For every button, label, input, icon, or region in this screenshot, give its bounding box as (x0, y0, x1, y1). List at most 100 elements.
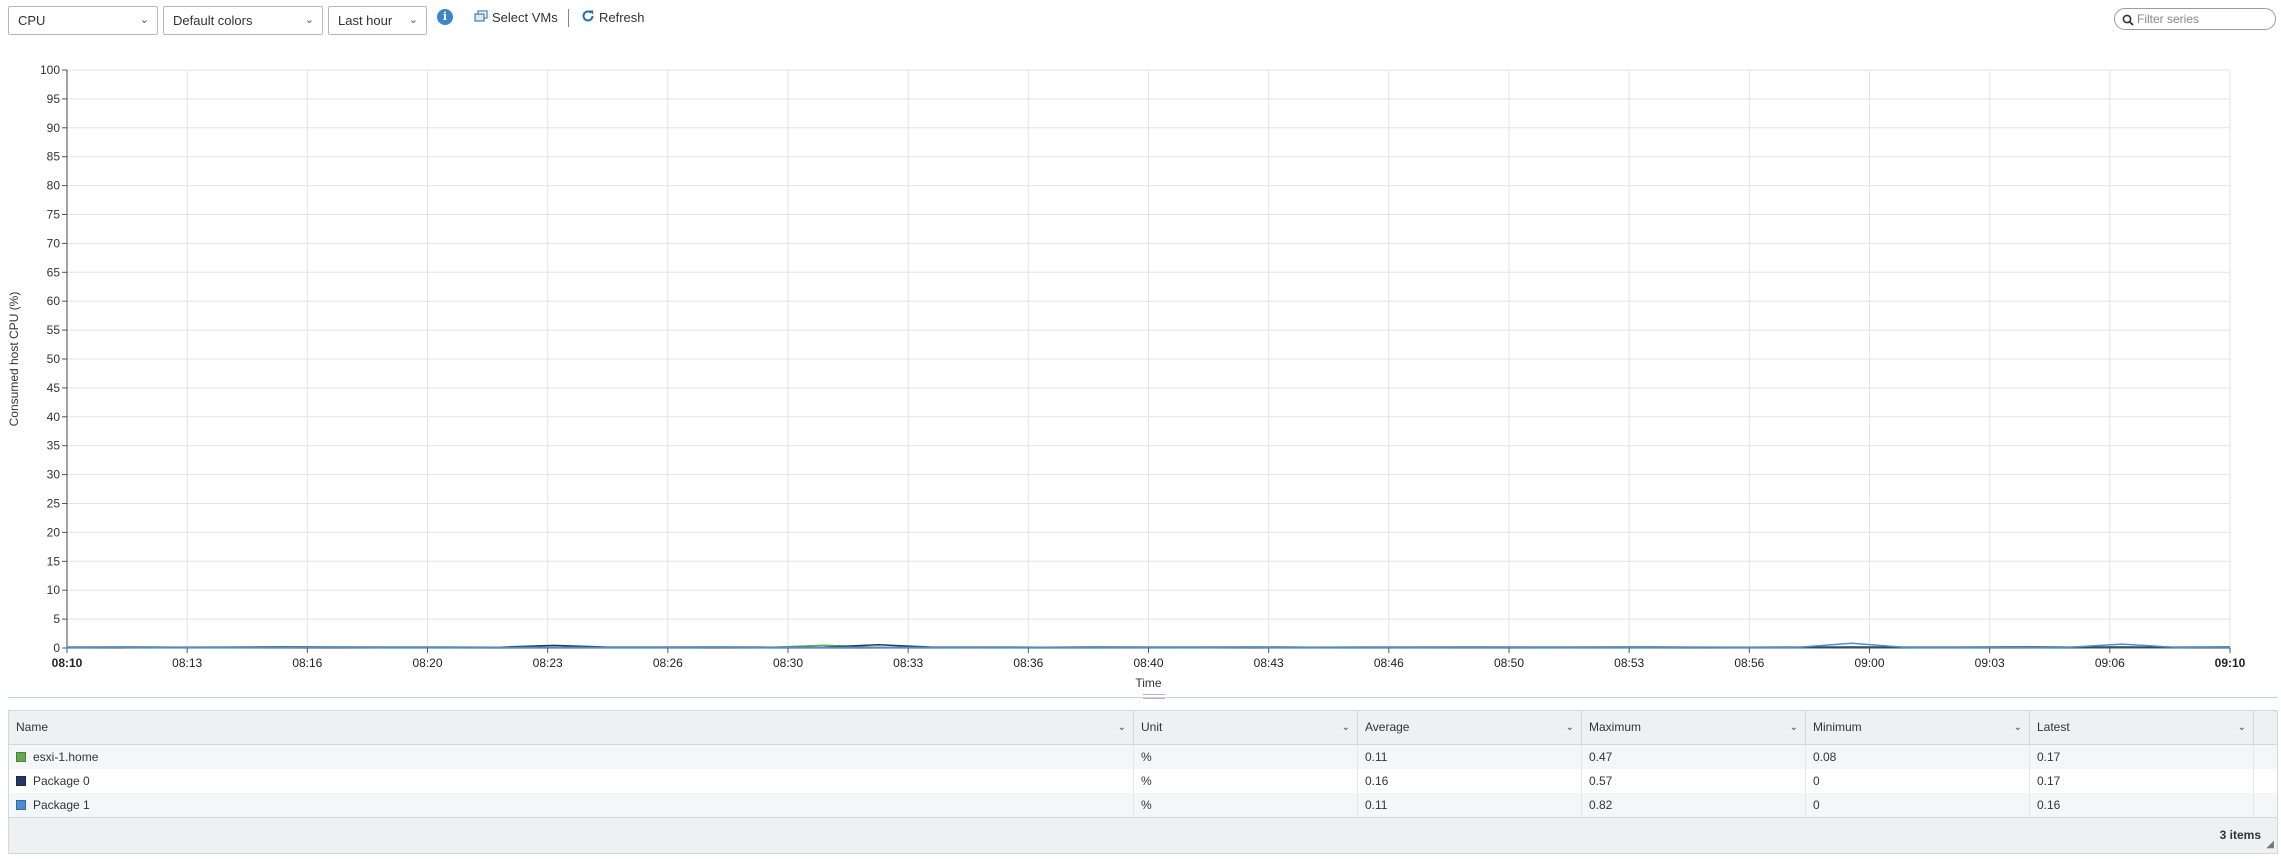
y-tick-label: 0 (53, 641, 60, 655)
cell-text: 0.08 (1813, 750, 1837, 764)
column-header-name[interactable]: Name ⌄ (9, 711, 1134, 744)
info-icon[interactable]: i (437, 9, 453, 25)
cell-name: esxi-1.home (9, 745, 1134, 769)
column-header-average[interactable]: Average ⌄ (1358, 711, 1582, 744)
select-vms-button[interactable]: Select VMs (474, 8, 558, 28)
refresh-icon (581, 9, 595, 29)
table-row[interactable]: Package 0% 0.16 0.57 0 0.17 (9, 769, 2277, 793)
column-header-unit[interactable]: Unit ⌄ (1134, 711, 1358, 744)
x-tick-label: 08:53 (1614, 656, 1644, 670)
toolbar-divider (568, 9, 569, 27)
cell-maximum: 0.82 (1582, 793, 1806, 817)
x-tick-label: 08:50 (1494, 656, 1524, 670)
chevron-down-icon[interactable]: ⌄ (2014, 711, 2022, 744)
y-tick-label: 45 (47, 381, 61, 395)
x-tick-label: 08:56 (1734, 656, 1764, 670)
column-header-label: Minimum (1813, 720, 1862, 734)
series-color-swatch (16, 752, 26, 762)
column-header-label: Unit (1141, 720, 1163, 734)
resize-handle-icon[interactable]: ◢ (2266, 839, 2274, 850)
cell-latest: 0.17 (2030, 769, 2254, 793)
metric-select-value: CPU (18, 13, 46, 28)
period-select-value: Last hour (338, 13, 393, 28)
column-header-minimum[interactable]: Minimum ⌄ (1806, 711, 2030, 744)
y-tick-label: 35 (47, 439, 61, 453)
y-tick-label: 90 (47, 121, 61, 135)
item-count: 3 items (2219, 828, 2261, 842)
x-tick-label: 08:40 (1133, 656, 1163, 670)
x-tick-label: 09:06 (2095, 656, 2125, 670)
period-select[interactable]: Last hour ⌄ (328, 6, 427, 35)
cell-text: esxi-1.home (33, 750, 99, 764)
cell-minimum: 0 (1806, 793, 2030, 817)
y-tick-label: 10 (47, 583, 61, 597)
table-row[interactable]: esxi-1.home% 0.11 0.47 0.08 0.17 (9, 745, 2277, 769)
table-header: Name ⌄ Unit ⌄ Average ⌄ Maximum ⌄ Minimum ⌄ Latest… (9, 711, 2277, 745)
column-header-latest[interactable]: Latest ⌄ (2030, 711, 2254, 744)
chevron-down-icon: ⌄ (304, 14, 314, 26)
y-tick-label: 85 (47, 150, 61, 164)
x-tick-label: 08:26 (653, 656, 683, 670)
chevron-down-icon[interactable]: ⌄ (1566, 711, 1574, 744)
cell-maximum: 0.57 (1582, 769, 1806, 793)
filter-series-box[interactable] (2114, 8, 2276, 30)
x-tick-label: 08:23 (533, 656, 563, 670)
column-header-label: Average (1365, 720, 1410, 734)
x-tick-label: 09:00 (1854, 656, 1884, 670)
cell-minimum: 0.08 (1806, 745, 2030, 769)
cell-text: % (1141, 774, 1152, 788)
y-tick-label: 60 (47, 294, 61, 308)
cell-text: % (1141, 798, 1152, 812)
cell-average: 0.16 (1358, 769, 1582, 793)
cell-latest: 0.17 (2030, 745, 2254, 769)
cell-text: 0.82 (1589, 798, 1613, 812)
chevron-down-icon: ⌄ (139, 14, 149, 26)
x-axis-title: Time (1135, 676, 1162, 690)
splitter-grip-icon[interactable] (1143, 694, 1165, 699)
x-tick-label: 08:43 (1254, 656, 1284, 670)
table-footer: 3 items ◢ (9, 817, 2277, 853)
y-tick-label: 55 (47, 323, 61, 337)
table-row[interactable]: Package 1% 0.11 0.82 0 0.16 (9, 793, 2277, 817)
cell-unit: % (1134, 745, 1358, 769)
x-tick-label: 08:30 (773, 656, 803, 670)
y-tick-label: 95 (47, 92, 61, 106)
x-tick-label: 08:33 (893, 656, 923, 670)
column-header-label: Latest (2037, 720, 2070, 734)
chevron-down-icon[interactable]: ⌄ (2238, 711, 2246, 744)
refresh-button[interactable]: Refresh (581, 8, 645, 28)
y-tick-label: 25 (47, 497, 61, 511)
refresh-label: Refresh (599, 10, 645, 25)
x-tick-label: 08:13 (172, 656, 202, 670)
x-tick-label: 08:16 (292, 656, 322, 670)
cell-maximum: 0.47 (1582, 745, 1806, 769)
metric-select[interactable]: CPU ⌄ (8, 6, 158, 35)
cell-minimum: 0 (1806, 769, 2030, 793)
filter-series-input[interactable] (2137, 11, 2269, 27)
y-tick-label: 65 (47, 265, 61, 279)
y-tick-label: 20 (47, 525, 61, 539)
cell-average: 0.11 (1358, 745, 1582, 769)
cell-unit: % (1134, 793, 1358, 817)
cell-text: Package 1 (33, 798, 90, 812)
cell-text: 0.11 (1365, 798, 1388, 812)
x-tick-label: 08:10 (52, 656, 83, 670)
colors-select[interactable]: Default colors ⌄ (163, 6, 323, 35)
series-table: Name ⌄ Unit ⌄ Average ⌄ Maximum ⌄ Minimum ⌄ Latest… (8, 710, 2278, 854)
x-tick-label: 09:03 (1975, 656, 2005, 670)
y-tick-label: 30 (47, 468, 61, 482)
cell-text: 0.47 (1589, 750, 1613, 764)
y-tick-label: 80 (47, 179, 61, 193)
cell-average: 0.11 (1358, 793, 1582, 817)
x-tick-label: 08:46 (1374, 656, 1404, 670)
cell-text: 0 (1813, 798, 1820, 812)
y-tick-label: 50 (47, 352, 61, 366)
y-tick-label: 70 (47, 236, 61, 250)
chevron-down-icon[interactable]: ⌄ (1118, 711, 1126, 744)
cell-text: 0.11 (1365, 750, 1388, 764)
cell-text: Package 0 (33, 774, 90, 788)
y-tick-label: 5 (53, 612, 60, 626)
chevron-down-icon[interactable]: ⌄ (1342, 711, 1350, 744)
chevron-down-icon[interactable]: ⌄ (1790, 711, 1798, 744)
column-header-maximum[interactable]: Maximum ⌄ (1582, 711, 1806, 744)
